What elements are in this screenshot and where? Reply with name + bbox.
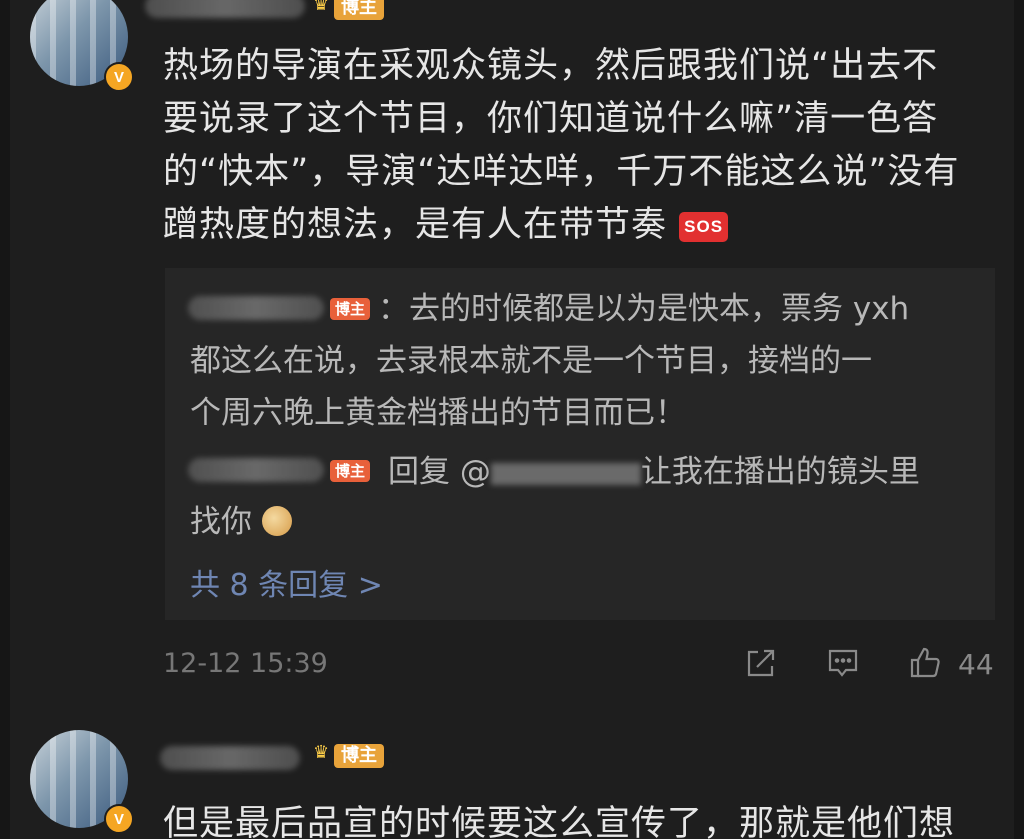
reply-text-part: 找你 — [190, 504, 252, 540]
username-blurred[interactable] — [145, 0, 305, 18]
verified-icon: V — [104, 804, 134, 834]
username-blurred[interactable] — [160, 746, 300, 770]
blogger-badge: 博主 — [334, 744, 384, 768]
comment-icon[interactable] — [826, 646, 860, 684]
reply-text-part: 让我在播出的镜头里 — [640, 454, 920, 490]
comment-text: 热场的导演在采观众镜头，然后跟我们说“出去不 要说录了这个节目，你们知道说什么嘛… — [163, 40, 1003, 252]
share-icon[interactable] — [744, 646, 778, 684]
crown-icon: ♛ — [313, 0, 330, 15]
comment-line: 热场的导演在采观众镜头，然后跟我们说“出去不 — [163, 46, 939, 86]
more-replies-link[interactable]: 共 8 条回复 > — [190, 560, 383, 604]
reply-username-blurred[interactable] — [188, 296, 324, 320]
reply-line: 找你 — [190, 496, 292, 549]
verified-icon: V — [104, 62, 134, 92]
comment-line: 蹭热度的想法，是有人在带节奏 SOS — [163, 199, 1003, 252]
reply-username-blurred[interactable] — [188, 458, 324, 482]
like-icon[interactable] — [908, 646, 942, 684]
doge-emoji-icon — [261, 506, 292, 536]
reply-prefix: 回复 @ — [388, 454, 491, 490]
reply-line: ：去的时候都是以为是快本，票务 yxh — [378, 291, 910, 327]
comment-line: 的“快本”，导演“达咩达咩，千万不能这么说”没有 — [163, 152, 960, 192]
sos-emoji-icon: SOS — [679, 212, 729, 242]
reply-line: 回复 @ 让我在播出的镜头里 — [388, 446, 920, 499]
comment-line: 要说录了这个节目，你们知道说什么嘛”清一色答 — [163, 99, 939, 139]
comment-line-text: 蹭热度的想法，是有人在带节奏 — [163, 205, 668, 245]
crown-icon: ♛ — [313, 742, 330, 763]
comment-timestamp: 12-12 15:39 — [163, 648, 328, 679]
mention-blurred[interactable] — [490, 462, 641, 485]
like-count: 44 — [958, 648, 994, 681]
reply-blogger-badge: 博主 — [330, 460, 371, 482]
reply-blogger-badge: 博主 — [330, 298, 371, 320]
blogger-badge: 博主 — [334, 0, 384, 20]
reply-line: 都这么在说，去录根本就不是一个节目，接档的一 — [190, 343, 872, 379]
reply-line: 个周六晚上黄金档播出的节目而已！ — [190, 395, 686, 431]
comment-text: 但是最后品宣的时候要这么宣传了，那就是他们想 — [163, 804, 956, 839]
